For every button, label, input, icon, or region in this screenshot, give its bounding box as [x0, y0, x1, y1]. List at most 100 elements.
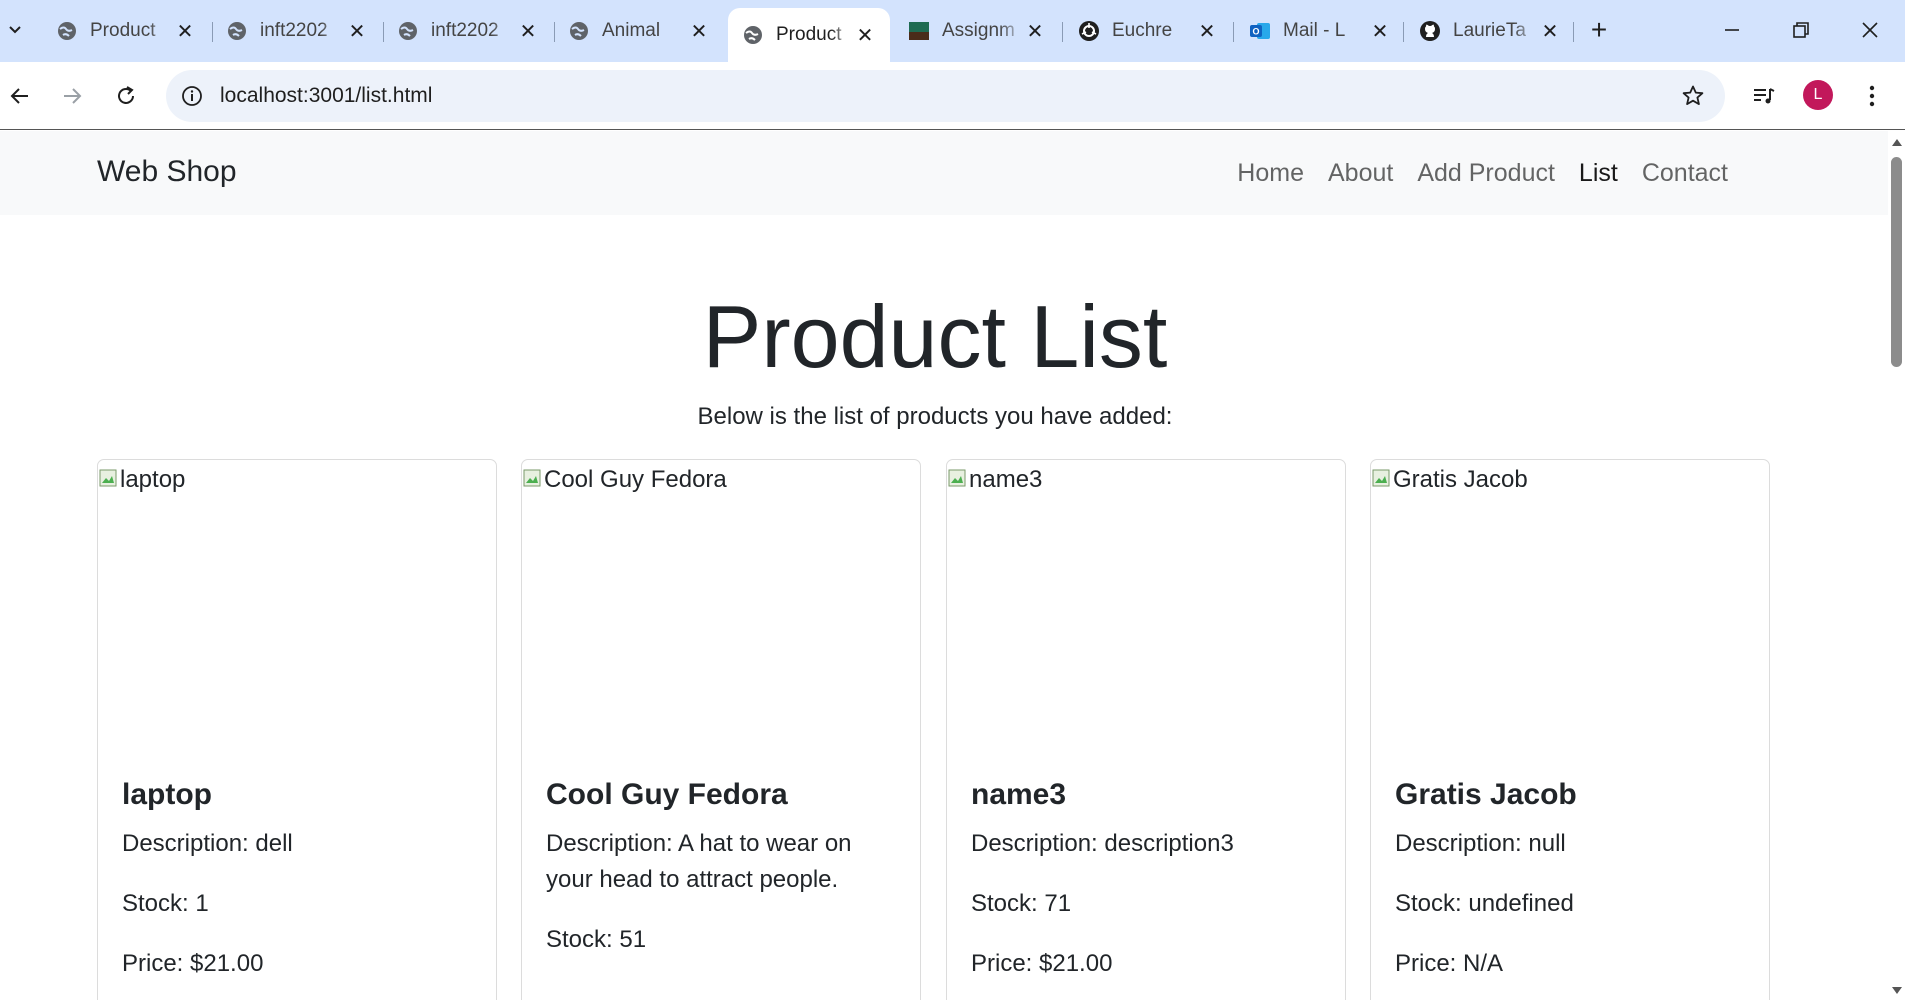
- product-description: Description: A hat to wear on your head …: [546, 830, 852, 893]
- site-navbar: Web Shop Home About Add Product List Con…: [0, 131, 1888, 215]
- tab-label: Product: [90, 20, 156, 41]
- product-name: Cool Guy Fedora: [546, 778, 788, 811]
- tab-label: Euchre: [1112, 20, 1173, 41]
- image-alt-text: Gratis Jacob: [1393, 466, 1528, 493]
- broken-image-icon: [99, 469, 117, 487]
- product-name: name3: [971, 778, 1067, 811]
- close-icon[interactable]: ✕: [1539, 20, 1561, 43]
- minimize-button[interactable]: [1708, 10, 1756, 50]
- product-card: laptop laptop Description: dell Stock: 1…: [97, 459, 497, 1000]
- close-icon[interactable]: ✕: [517, 20, 539, 43]
- page-scrollbar[interactable]: [1888, 131, 1905, 1000]
- product-image: Gratis Jacob: [1371, 466, 1528, 494]
- url-text[interactable]: localhost:3001/list.html: [220, 84, 432, 108]
- card-body: Cool Guy Fedora Description: A hat to we…: [546, 778, 900, 982]
- menu-kebab-icon[interactable]: [1852, 76, 1892, 116]
- product-description: Description: null: [1395, 830, 1566, 857]
- tab-label: LaurieTa: [1453, 20, 1526, 41]
- github-icon: [1419, 20, 1441, 42]
- product-description: Description: dell: [122, 830, 293, 857]
- product-description: Description: description3: [971, 830, 1234, 857]
- page-subtitle: Below is the list of products you have a…: [697, 403, 1173, 430]
- product-name: laptop: [122, 778, 212, 811]
- tab-inft2202-1[interactable]: inft2202 ✕: [212, 12, 382, 50]
- broken-image-icon: [1372, 469, 1390, 487]
- product-name: Gratis Jacob: [1395, 778, 1577, 811]
- card-body: laptop Description: dell Stock: 1 Price:…: [122, 778, 476, 1000]
- globe-icon: [742, 24, 764, 46]
- back-button[interactable]: [0, 76, 40, 116]
- bookmark-star-icon[interactable]: [1679, 82, 1707, 110]
- tab-separator: [1573, 22, 1574, 42]
- profile-avatar[interactable]: L: [1803, 80, 1833, 110]
- close-icon[interactable]: ✕: [174, 20, 196, 43]
- product-card: Cool Guy Fedora Cool Guy Fedora Descript…: [521, 459, 921, 1000]
- close-icon[interactable]: ✕: [1369, 20, 1391, 43]
- product-price: Price: N/A: [1395, 950, 1504, 977]
- browser-toolbar: localhost:3001/list.html L: [0, 62, 1905, 130]
- product-price: Price: $21.00: [971, 950, 1113, 977]
- close-icon[interactable]: ✕: [1024, 20, 1046, 43]
- forward-button[interactable]: [52, 76, 92, 116]
- new-tab-button[interactable]: +: [1583, 14, 1615, 46]
- nav-contact[interactable]: Contact: [1642, 159, 1728, 188]
- scroll-up-arrow-icon[interactable]: [1888, 135, 1905, 149]
- tab-product-active[interactable]: Product ✕: [728, 8, 890, 62]
- page-title: Product List: [702, 287, 1168, 386]
- tab-github[interactable]: LaurieTa ✕: [1405, 12, 1575, 50]
- brand-logo[interactable]: Web Shop: [97, 155, 237, 189]
- reload-button[interactable]: [106, 76, 146, 116]
- svg-text:O: O: [1252, 27, 1259, 37]
- product-stock: Stock: 1: [122, 890, 209, 917]
- image-alt-text: laptop: [120, 466, 186, 493]
- tab-euchre[interactable]: Euchre ✕: [1064, 12, 1232, 50]
- tab-product-1[interactable]: Product ✕: [42, 12, 210, 50]
- product-image: laptop: [98, 466, 185, 494]
- image-alt-text: Cool Guy Fedora: [544, 466, 727, 493]
- nav-add-product[interactable]: Add Product: [1417, 159, 1555, 188]
- close-icon[interactable]: ✕: [1196, 20, 1218, 43]
- tab-animal[interactable]: Animal ✕: [554, 12, 724, 50]
- broken-image-icon: [523, 469, 541, 487]
- address-bar[interactable]: localhost:3001/list.html: [166, 70, 1725, 122]
- tab-mail[interactable]: O Mail - L ✕: [1235, 12, 1405, 50]
- product-card: Gratis Jacob Gratis Jacob Description: n…: [1370, 459, 1770, 1000]
- close-icon[interactable]: ✕: [346, 20, 368, 43]
- nav-list[interactable]: List: [1579, 159, 1618, 188]
- tab-search-chevron-icon[interactable]: [0, 12, 30, 48]
- globe-icon: [568, 20, 590, 42]
- nav-about[interactable]: About: [1328, 159, 1393, 188]
- product-price: Price: $21.00: [122, 950, 264, 977]
- tab-assignment[interactable]: Assignm ✕: [894, 12, 1060, 50]
- image-alt-text: name3: [969, 466, 1043, 493]
- tab-label: Animal: [602, 20, 661, 41]
- nav-home[interactable]: Home: [1237, 159, 1304, 188]
- tab-label: Assignm: [942, 20, 1015, 41]
- product-stock: Stock: undefined: [1395, 890, 1574, 917]
- tab-label: inft2202: [431, 20, 499, 41]
- close-icon[interactable]: ✕: [688, 20, 710, 43]
- openai-icon: [1078, 20, 1100, 42]
- broken-image-icon: [948, 469, 966, 487]
- tab-separator: [1062, 22, 1063, 42]
- tab-label: Mail - L: [1283, 20, 1346, 41]
- close-icon[interactable]: ✕: [854, 24, 876, 47]
- restore-button[interactable]: [1777, 10, 1825, 50]
- globe-icon: [397, 20, 419, 42]
- site-info-icon[interactable]: [178, 82, 206, 110]
- product-card: name3 name3 Description: description3 St…: [946, 459, 1346, 1000]
- card-body: Gratis Jacob Description: null Stock: un…: [1395, 778, 1749, 1000]
- tab-inft2202-2[interactable]: inft2202 ✕: [383, 12, 553, 50]
- close-window-button[interactable]: [1846, 10, 1894, 50]
- globe-icon: [56, 20, 78, 42]
- scrollbar-thumb[interactable]: [1891, 157, 1902, 367]
- media-controls-icon[interactable]: [1744, 76, 1784, 116]
- globe-icon: [226, 20, 248, 42]
- page-viewport: Web Shop Home About Add Product List Con…: [0, 131, 1888, 1000]
- product-image: name3: [947, 466, 1042, 494]
- scroll-down-arrow-icon[interactable]: [1888, 984, 1905, 998]
- tab-label: inft2202: [260, 20, 328, 41]
- product-stock: Stock: 51: [546, 926, 647, 953]
- product-image: Cool Guy Fedora: [522, 466, 727, 494]
- card-body: name3 Description: description3 Stock: 7…: [971, 778, 1325, 1000]
